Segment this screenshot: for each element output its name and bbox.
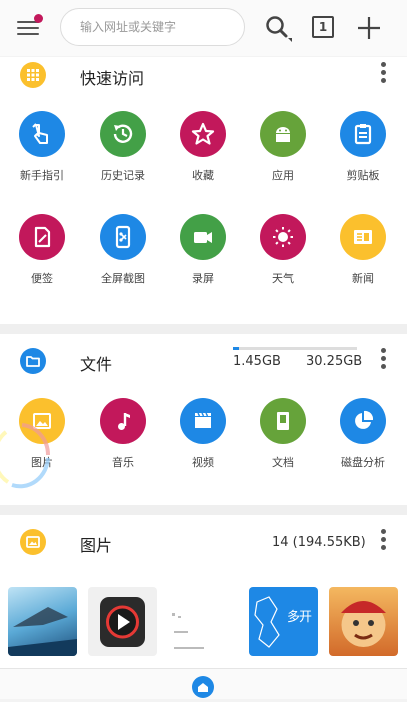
picture-thumbnail[interactable]	[8, 587, 77, 656]
quick-item-label: 新闻	[352, 272, 374, 285]
newspaper-icon	[340, 214, 386, 260]
search-input[interactable]: 输入网址或关键字	[60, 8, 245, 46]
file-item-label: 文档	[272, 456, 294, 469]
tab-count-button[interactable]: 1	[312, 16, 334, 38]
quick-item-favorites[interactable]: 收藏	[171, 111, 235, 183]
pictures-header: 图片 14 (194.55KB)	[0, 525, 407, 561]
file-item-videos[interactable]: 视频	[171, 398, 235, 470]
music-note-icon	[100, 398, 146, 444]
quick-access-title: 快速访问	[80, 69, 145, 88]
search-icon	[266, 16, 292, 42]
quick-item-label: 录屏	[192, 272, 214, 285]
file-item-label: 音乐	[112, 456, 134, 469]
quick-item-weather[interactable]: 天气	[251, 214, 315, 286]
svg-text:开: 开	[299, 610, 312, 625]
storage-usage-fill	[233, 347, 239, 350]
clipboard-icon	[340, 111, 386, 157]
grid-icon	[20, 62, 46, 88]
quick-item-clipboard[interactable]: 剪贴板	[331, 111, 395, 183]
menu-icon-bar	[17, 27, 39, 29]
quick-item-label: 便签	[31, 272, 53, 285]
quick-item-screenshot[interactable]: 全屏截图	[91, 214, 155, 286]
file-item-label: 磁盘分析	[341, 456, 385, 469]
storage-used: 1.45GB	[233, 354, 281, 369]
clapperboard-icon	[180, 398, 226, 444]
plus-icon	[358, 17, 380, 39]
picture-thumbnail[interactable]: 多开	[249, 587, 318, 656]
note-icon	[19, 214, 65, 260]
storage-total: 30.25GB	[306, 354, 363, 369]
quick-access-more-button[interactable]	[378, 62, 390, 88]
files-more-button[interactable]	[378, 348, 390, 374]
screenshot-icon	[100, 214, 146, 260]
star-icon	[180, 111, 226, 157]
section-divider	[0, 324, 407, 334]
file-item-label: 视频	[192, 456, 214, 469]
quick-item-label: 天气	[272, 272, 294, 285]
storage-usage-bar	[233, 347, 357, 350]
quick-item-guide[interactable]: 新手指引	[10, 111, 74, 183]
quick-item-label: 收藏	[192, 169, 214, 182]
quick-item-screen-record[interactable]: 录屏	[171, 214, 235, 286]
search-button[interactable]	[262, 12, 294, 44]
sun-icon	[260, 214, 306, 260]
notification-dot	[34, 14, 43, 23]
loading-spinner	[0, 420, 54, 490]
file-item-music[interactable]: 音乐	[91, 398, 155, 470]
pictures-summary: 14 (194.55KB)	[272, 535, 366, 550]
new-tab-button[interactable]	[353, 12, 385, 44]
quick-item-label: 历史记录	[101, 169, 145, 182]
quick-item-label: 应用	[272, 169, 294, 182]
pictures-title: 图片	[80, 536, 113, 555]
quick-item-notes[interactable]: 便签	[10, 214, 74, 286]
top-toolbar: 输入网址或关键字 1	[0, 0, 407, 56]
quick-item-apps[interactable]: 应用	[251, 111, 315, 183]
picture-thumbnail[interactable]	[168, 587, 237, 656]
home-button[interactable]	[192, 676, 214, 698]
quick-item-label: 新手指引	[20, 169, 64, 182]
android-icon	[260, 111, 306, 157]
pictures-more-button[interactable]	[378, 529, 390, 555]
history-icon	[100, 111, 146, 157]
file-item-disk-analysis[interactable]: 磁盘分析	[331, 398, 395, 470]
document-icon	[260, 398, 306, 444]
picture-thumbnail[interactable]	[88, 587, 157, 656]
home-icon	[198, 683, 208, 692]
quick-item-news[interactable]: 新闻	[331, 214, 395, 286]
image-icon	[20, 529, 46, 555]
quick-item-history[interactable]: 历史记录	[91, 111, 155, 183]
files-title: 文件	[80, 355, 113, 374]
section-divider	[0, 505, 407, 515]
quick-access-header: 快速访问	[0, 58, 407, 94]
picture-thumbnail[interactable]	[329, 587, 398, 656]
folder-icon	[20, 348, 46, 374]
menu-icon-bar	[17, 33, 39, 35]
file-item-documents[interactable]: 文档	[251, 398, 315, 470]
quick-item-label: 剪贴板	[346, 169, 380, 182]
menu-button[interactable]	[14, 14, 44, 42]
hand-pointer-icon	[19, 111, 65, 157]
quick-item-label: 全屏截图	[101, 272, 145, 285]
pie-chart-icon	[340, 398, 386, 444]
video-camera-icon	[180, 214, 226, 260]
